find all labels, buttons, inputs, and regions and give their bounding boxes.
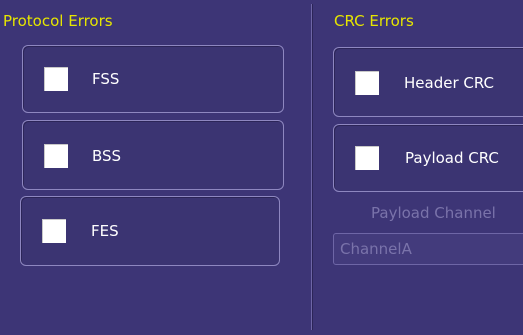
header-crc-label: Header CRC [404,74,495,92]
bss-checkbox[interactable]: BSS [22,120,284,190]
payload-channel-label: Payload Channel [371,204,496,222]
error-trigger-panel: Protocol Errors FSS BSS FES CRC Errors H… [0,0,523,335]
fss-checkbox[interactable]: FSS [22,45,284,113]
fes-checkbox-box[interactable] [42,219,66,243]
fes-label: FES [91,222,119,240]
fss-label: FSS [92,70,120,88]
fes-checkbox[interactable]: FES [20,196,280,266]
header-crc-checkbox[interactable]: Header CRC [333,47,523,117]
crc-errors-title: CRC Errors [334,12,414,30]
payload-crc-checkbox[interactable]: Payload CRC [333,124,523,192]
payload-crc-checkbox-box[interactable] [355,146,379,170]
bss-label: BSS [92,147,122,165]
payload-channel-select[interactable]: ChannelA [333,233,523,265]
header-crc-checkbox-box[interactable] [355,71,379,95]
fss-checkbox-box[interactable] [44,67,68,91]
bss-checkbox-box[interactable] [44,144,68,168]
protocol-errors-title: Protocol Errors [3,12,113,30]
payload-crc-label: Payload CRC [405,149,499,167]
section-divider-shadow [312,4,313,330]
